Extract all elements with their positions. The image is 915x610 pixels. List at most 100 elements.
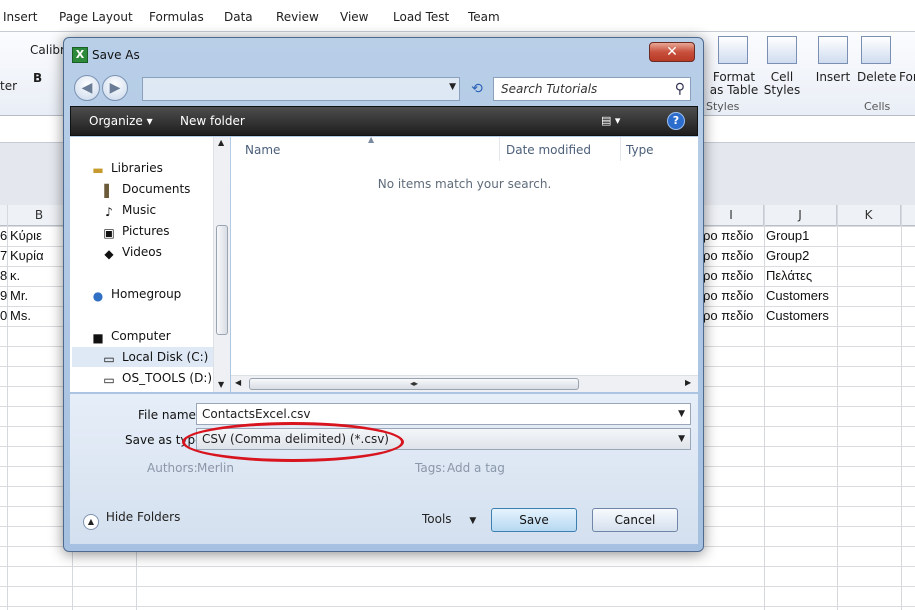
nav-computer[interactable]: ■ Computer — [90, 326, 170, 346]
cell-i[interactable]: ρο πεδίο — [703, 226, 753, 246]
delete-cells-button[interactable]: Delete — [857, 71, 896, 84]
chevron-up-icon: ▲ — [83, 514, 99, 530]
cell-j[interactable]: Group1 — [766, 226, 809, 246]
close-button[interactable]: ✕ — [649, 42, 695, 62]
chevron-down-icon: ▼ — [469, 516, 477, 526]
command-toolbar: Organize ▾ New folder ▤ ▾ ? — [70, 106, 698, 136]
tools-menu[interactable]: Tools ▼ — [422, 512, 476, 526]
cell-i[interactable]: ρο πεδίο — [703, 266, 753, 286]
scrollbar-thumb[interactable] — [216, 225, 228, 335]
library-icon: ▬ — [92, 163, 104, 177]
tab-formulas[interactable]: Formulas — [149, 10, 204, 24]
cell-i[interactable]: ρο πεδίο — [703, 306, 753, 326]
tab-view[interactable]: View — [340, 10, 368, 24]
scroll-down-icon[interactable]: ▼ — [218, 380, 224, 389]
computer-icon: ■ — [92, 331, 104, 345]
cell-j[interactable]: Customers — [766, 286, 829, 306]
scroll-left-icon[interactable]: ◀ — [235, 378, 241, 387]
nav-pictures[interactable]: ▣ Pictures — [101, 221, 169, 241]
save-button[interactable]: Save — [491, 508, 577, 532]
insert-cells-button[interactable]: Insert — [815, 71, 851, 84]
cell-b[interactable]: Ms. — [10, 306, 31, 326]
bold-icon[interactable]: B — [33, 72, 42, 85]
cell-j[interactable]: Πελάτες — [766, 266, 812, 286]
search-input[interactable]: Search Tutorials ⚲ — [493, 77, 691, 101]
save-options-panel: File name: ContactsExcel.csv ▼ Save as t… — [70, 394, 698, 544]
refresh-icon[interactable]: ⟲ — [465, 77, 489, 101]
column-header-j[interactable]: J — [764, 205, 837, 226]
nav-label: OS_TOOLS (D:) — [122, 371, 213, 385]
column-name[interactable]: Name — [245, 143, 280, 157]
chevron-down-icon[interactable]: ▼ — [678, 404, 685, 424]
nav-homegroup[interactable]: ● Homegroup — [90, 284, 182, 304]
help-icon[interactable]: ? — [667, 112, 685, 130]
back-arrow-icon[interactable]: ◀ — [74, 75, 100, 101]
tab-review[interactable]: Review — [276, 10, 319, 24]
cell-j[interactable]: Group2 — [766, 246, 809, 266]
nav-documents[interactable]: ▌ Documents — [101, 179, 190, 199]
nav-music[interactable]: ♪ Music — [101, 200, 156, 220]
column-type[interactable]: Type — [626, 143, 654, 157]
column-date-modified[interactable]: Date modified — [506, 143, 591, 157]
chevron-down-icon[interactable]: ▼ — [678, 429, 685, 449]
navigation-pane: ▬ Libraries ▌ Documents ♪ Music ▣ Pictures ◆… — [70, 137, 230, 392]
cell-b[interactable]: Κύριε — [10, 226, 42, 246]
insert-cells-icon — [818, 36, 848, 64]
cell-styles-icon — [767, 36, 797, 64]
column-header-i[interactable]: I — [699, 205, 764, 226]
excel-icon: X — [72, 47, 88, 63]
nav-local-disk[interactable]: ▭ Local Disk (C:) — [72, 347, 213, 367]
search-icon[interactable]: ⚲ — [675, 81, 685, 97]
address-bar[interactable]: ▼ — [142, 77, 460, 101]
tags-value[interactable]: Add a tag — [447, 461, 505, 475]
cell-b[interactable]: Κυρία — [10, 246, 44, 266]
hide-folders-label: Hide Folders — [105, 510, 181, 524]
tags-label: Tags: — [415, 461, 446, 475]
homegroup-icon: ● — [92, 289, 104, 303]
cell-i[interactable]: ρο πεδίο — [703, 286, 753, 306]
cell-b[interactable]: Mr. — [10, 286, 28, 306]
navigation-row: ◀ ▶ ▼ ⟲ Search Tutorials ⚲ — [70, 74, 698, 104]
nav-libraries[interactable]: ▬ Libraries — [90, 158, 163, 178]
file-list-scrollbar[interactable]: ◀ ◂▸ ▶ — [231, 375, 698, 392]
cancel-button[interactable]: Cancel — [592, 508, 678, 532]
cell-b[interactable]: κ. — [10, 266, 20, 286]
forward-arrow-icon[interactable]: ▶ — [102, 75, 128, 101]
new-folder-button[interactable]: New folder — [180, 114, 245, 128]
format-as-table-line2[interactable]: as Table — [709, 84, 759, 97]
authors-label: Authors: — [147, 461, 198, 475]
nav-label: Documents — [122, 182, 191, 196]
nav-os-tools[interactable]: ▭ OS_TOOLS (D:) — [101, 368, 212, 388]
dialog-title: Save As — [92, 48, 140, 62]
nav-videos[interactable]: ◆ Videos — [101, 242, 162, 262]
row-number: 7 — [0, 248, 8, 263]
drive-icon: ▭ — [103, 352, 115, 366]
scrollbar-thumb[interactable]: ◂▸ — [249, 378, 579, 390]
documents-icon: ▌ — [104, 184, 114, 198]
nav-label: Homegroup — [111, 287, 182, 301]
cell-j[interactable]: Customers — [766, 306, 829, 326]
tab-team[interactable]: Team — [468, 10, 500, 24]
scroll-up-icon[interactable]: ▲ — [218, 138, 224, 147]
tab-load-test[interactable]: Load Test — [393, 10, 449, 24]
hide-folders-toggle[interactable]: ▲ Hide Folders — [83, 510, 180, 530]
file-name-value: ContactsExcel.csv — [202, 407, 311, 421]
cell-i[interactable]: ρο πεδίο — [703, 246, 753, 266]
tab-data[interactable]: Data — [224, 10, 253, 24]
authors-value[interactable]: Merlin — [197, 461, 234, 475]
cell-styles-line2[interactable]: Styles — [762, 84, 802, 97]
views-icon[interactable]: ▤ ▾ — [601, 114, 620, 127]
column-header-k[interactable]: K — [837, 205, 901, 226]
row-number: 6 — [0, 228, 8, 243]
nav-scrollbar[interactable]: ▲ ▼ — [213, 137, 230, 392]
chevron-down-icon[interactable]: ▼ — [449, 82, 456, 92]
ribbon-tab-bar: Insert Page Layout Formulas Data Review … — [0, 0, 915, 32]
format-as-table-icon — [718, 36, 748, 64]
tab-page-layout[interactable]: Page Layout — [59, 10, 133, 24]
styles-group-label: Styles — [706, 100, 740, 113]
scroll-right-icon[interactable]: ▶ — [685, 378, 691, 387]
sort-arrow-icon: ▲ — [368, 135, 375, 144]
format-cells-button[interactable]: For — [899, 71, 915, 84]
tab-insert[interactable]: Insert — [3, 10, 37, 24]
organize-button[interactable]: Organize ▾ — [89, 114, 153, 128]
